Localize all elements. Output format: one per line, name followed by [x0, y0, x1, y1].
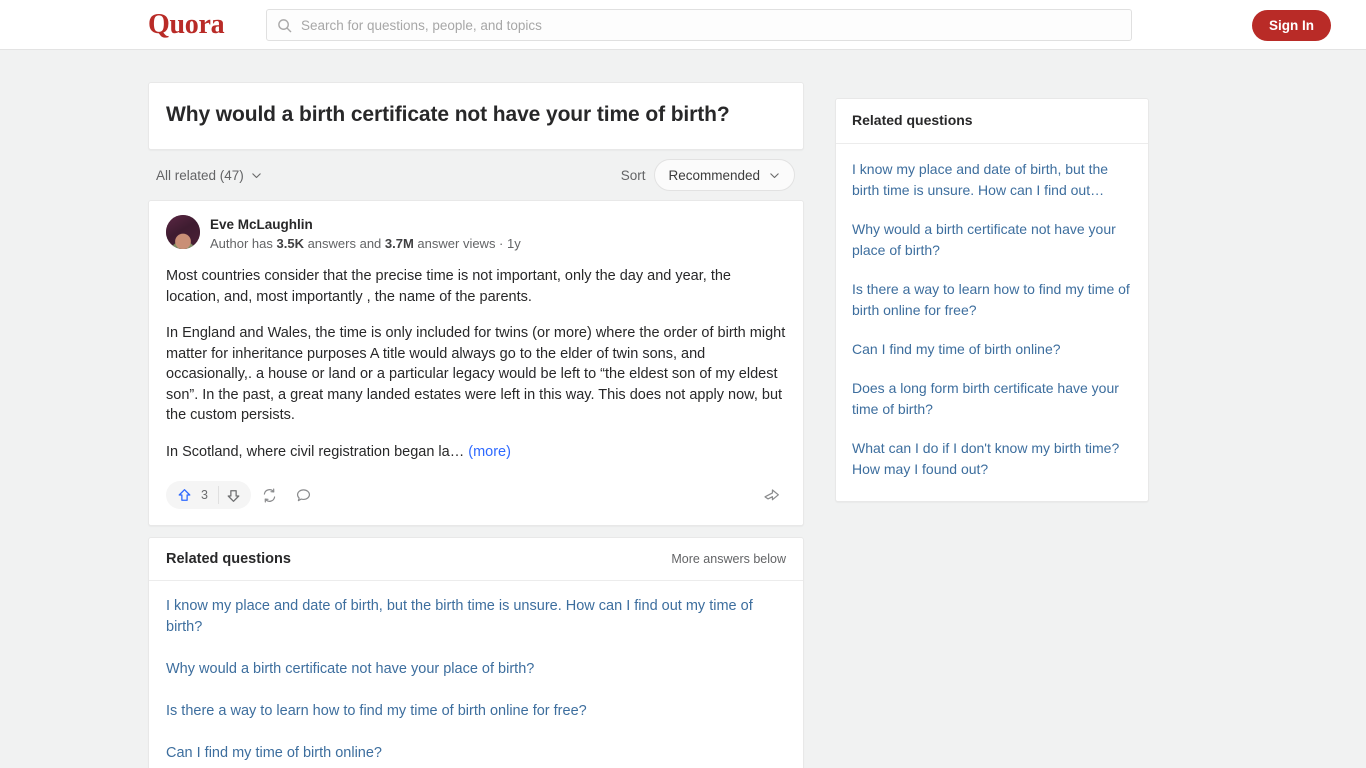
sidebar-title: Related questions: [852, 112, 973, 128]
page-body: Why would a birth certificate not have y…: [0, 50, 1366, 768]
answer-action-bar: 3: [166, 473, 786, 517]
comment-bubble-icon: [297, 488, 311, 501]
answer-paragraph: In England and Wales, the time is only i…: [166, 325, 786, 423]
answer-paragraph-truncated: In Scotland, where civil registration be…: [166, 442, 786, 463]
avatar[interactable]: [166, 215, 200, 249]
sidebar-item-5[interactable]: What can I do if I don't know my birth t…: [836, 429, 1148, 489]
answer-card: Eve McLaughlin Author has 3.5K answers a…: [148, 200, 804, 526]
comment-button[interactable]: [289, 480, 319, 510]
list-item[interactable]: Is there a way to learn how to find my t…: [149, 690, 803, 732]
credential-mid: answers and: [303, 236, 385, 251]
all-related-dropdown[interactable]: All related (47): [156, 168, 263, 183]
upvote-count: 3: [201, 488, 208, 502]
related-questions-list: I know my place and date of birth, but t…: [149, 581, 803, 768]
question-card: Why would a birth certificate not have y…: [148, 82, 804, 150]
site-header: Quora Sign In: [0, 0, 1366, 50]
quora-logo[interactable]: Quora: [148, 9, 225, 41]
all-related-label: All related (47): [156, 167, 244, 183]
more-answers-below-label[interactable]: More answers below: [671, 552, 786, 566]
chevron-down-icon: [768, 169, 781, 182]
sidebar-related-questions-card: Related questions I know my place and da…: [835, 98, 1149, 502]
sort-group: Sort Recommended: [621, 159, 795, 191]
related-questions-header: Related questions More answers below: [149, 538, 803, 581]
sidebar: Related questions I know my place and da…: [835, 98, 1149, 502]
chevron-down-icon: [250, 169, 263, 182]
share-button[interactable]: [756, 480, 786, 510]
sort-dropdown[interactable]: Recommended: [654, 159, 795, 191]
upvote-arrow-icon: [172, 483, 196, 507]
sidebar-item-2[interactable]: Is there a way to learn how to find my t…: [836, 270, 1148, 330]
author-meta: Eve McLaughlin Author has 3.5K answers a…: [210, 215, 521, 253]
main-column: Why would a birth certificate not have y…: [148, 82, 804, 768]
views-count: 3.7M: [384, 236, 414, 251]
downvote-arrow-icon: [228, 489, 240, 502]
list-item[interactable]: Can I find my time of birth online?: [149, 732, 803, 768]
sidebar-item-3[interactable]: Can I find my time of birth online?: [836, 330, 1148, 369]
search-bar[interactable]: [266, 9, 1132, 41]
sidebar-item-1[interactable]: Why would a birth certificate not have y…: [836, 210, 1148, 270]
avatar-image: [166, 215, 200, 249]
downvote-button[interactable]: [221, 482, 247, 508]
credential-prefix: Author has: [210, 236, 277, 251]
sidebar-header: Related questions: [836, 99, 1148, 144]
answer-body: Most countries consider that the precise…: [166, 266, 786, 462]
action-buttons-left: 3: [166, 480, 319, 510]
more-link[interactable]: (more): [468, 444, 511, 460]
author-credential: Author has 3.5K answers and 3.7M answer …: [210, 235, 521, 253]
share-arrow-icon: [763, 488, 779, 500]
credential-suffix: answer views · 1y: [413, 236, 521, 251]
search-input[interactable]: [301, 10, 1121, 40]
answers-count: 3.5K: [276, 236, 304, 251]
author-name[interactable]: Eve McLaughlin: [210, 216, 521, 233]
author-row: Eve McLaughlin Author has 3.5K answers a…: [166, 215, 786, 253]
repost-button[interactable]: [255, 480, 285, 510]
upvote-button[interactable]: 3: [166, 481, 251, 509]
list-item[interactable]: Why would a birth certificate not have y…: [149, 648, 803, 690]
repost-icon: [264, 487, 276, 503]
filter-bar: All related (47) Sort Recommended: [148, 150, 804, 200]
answer-paragraph: Most countries consider that the precise…: [166, 268, 731, 305]
related-questions-title: Related questions: [166, 551, 291, 567]
sidebar-item-4[interactable]: Does a long form birth certificate have …: [836, 369, 1148, 429]
sort-value: Recommended: [668, 167, 760, 183]
related-questions-card: Related questions More answers below I k…: [148, 537, 804, 768]
sidebar-item-0[interactable]: I know my place and date of birth, but t…: [836, 150, 1148, 210]
list-item[interactable]: I know my place and date of birth, but t…: [149, 585, 803, 648]
search-icon: [277, 18, 292, 33]
vote-divider: [217, 486, 219, 504]
sort-label: Sort: [620, 167, 646, 183]
answer-paragraph-text: In Scotland, where civil registration be…: [166, 443, 465, 460]
sidebar-list: I know my place and date of birth, but t…: [836, 144, 1148, 501]
sign-in-button[interactable]: Sign In: [1252, 10, 1331, 41]
page-title: Why would a birth certificate not have y…: [166, 103, 730, 126]
